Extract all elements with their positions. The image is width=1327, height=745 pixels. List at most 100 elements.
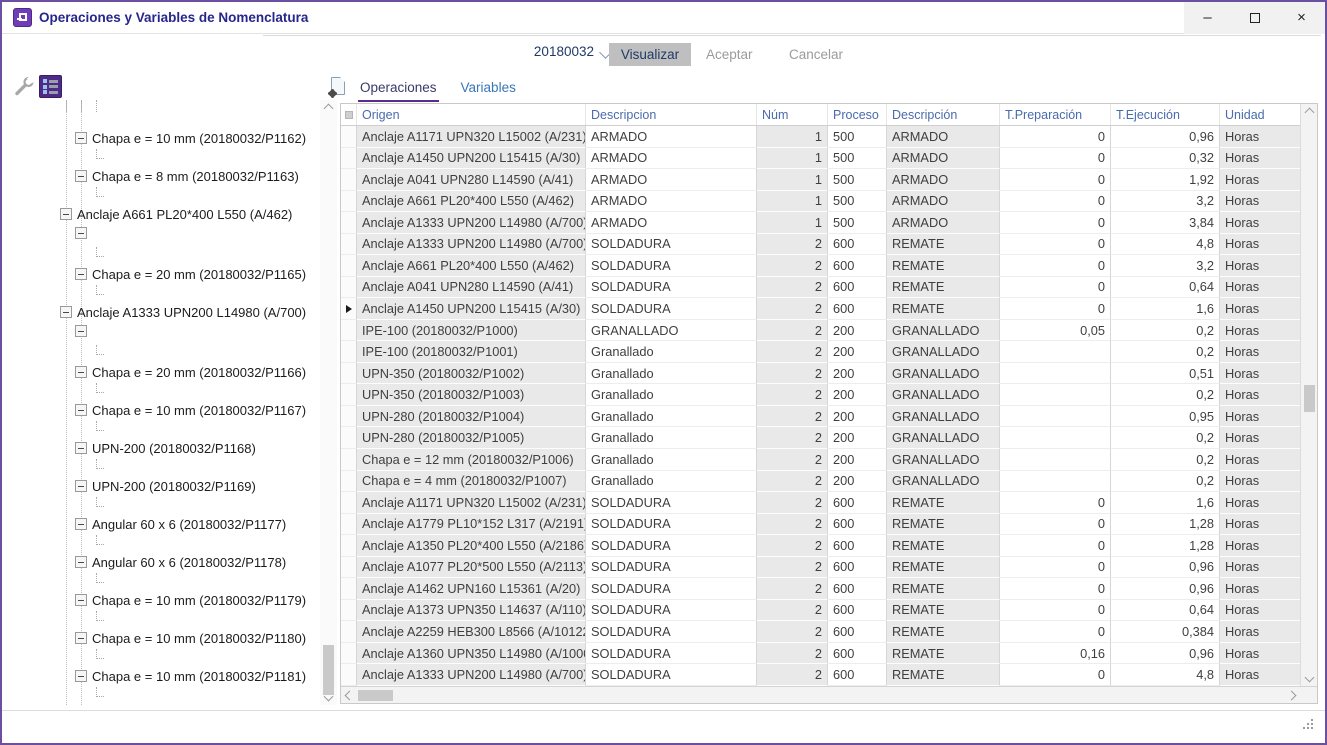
table-row[interactable]: Anclaje A661 PL20*400 L550 (A/462)ARMADO… bbox=[341, 191, 1300, 213]
table-row[interactable]: Anclaje A1077 PL20*500 L550 (A/2113)SOLD… bbox=[341, 557, 1300, 579]
grid-cell[interactable]: Horas bbox=[1220, 298, 1300, 320]
grid-cell[interactable]: Anclaje A041 UPN280 L14590 (A/41) bbox=[357, 277, 586, 299]
table-row[interactable]: Anclaje A041 UPN280 L14590 (A/41)ARMADO1… bbox=[341, 169, 1300, 191]
grid-cell[interactable]: 500 bbox=[828, 169, 887, 191]
grid-cell[interactable]: 0 bbox=[1000, 298, 1111, 320]
grid-cell[interactable]: Horas bbox=[1220, 427, 1300, 449]
grid-cell[interactable]: SOLDADURA bbox=[586, 557, 757, 579]
grid-cell[interactable] bbox=[1000, 341, 1111, 363]
grid-cell[interactable]: Granallado bbox=[586, 427, 757, 449]
grid-cell[interactable]: Anclaje A1450 UPN200 L15415 (A/30) bbox=[357, 148, 586, 170]
grid-cell[interactable]: 0 bbox=[1000, 664, 1111, 686]
grid-cell[interactable]: 1,92 bbox=[1111, 169, 1220, 191]
tree-item[interactable]: Angular 60 x 6 (20180032/P1178) bbox=[4, 552, 320, 572]
tree-expander-icon[interactable] bbox=[75, 132, 87, 144]
grid-cell[interactable]: 200 bbox=[828, 427, 887, 449]
grid-cell[interactable]: 0,96 bbox=[1111, 578, 1220, 600]
tree-item-label[interactable]: Chapa e = 8 mm (20180032/P1163) bbox=[92, 169, 299, 184]
grid-cell[interactable]: 600 bbox=[828, 578, 887, 600]
grid-cell[interactable]: 1 bbox=[757, 191, 828, 213]
table-row[interactable]: UPN-350 (20180032/P1003)Granallado2200GR… bbox=[341, 384, 1300, 406]
grid-cell[interactable]: Horas bbox=[1220, 363, 1300, 385]
tree-item-label[interactable]: Chapa e = 10 mm (20180032/P1167) bbox=[92, 403, 306, 418]
grid-cell[interactable]: Horas bbox=[1220, 191, 1300, 213]
grid-cell[interactable]: REMATE bbox=[887, 535, 1000, 557]
grid-cell[interactable]: ARMADO bbox=[887, 148, 1000, 170]
grid-cell[interactable]: IPE-100 (20180032/P1000) bbox=[357, 320, 586, 342]
grid-cell[interactable]: 0 bbox=[1000, 126, 1111, 148]
grid-cell[interactable]: 0,05 bbox=[1000, 320, 1111, 342]
tree-item-label[interactable]: Anclaje A661 PL20*400 L550 (A/462) bbox=[77, 207, 292, 222]
row-selector-cell[interactable] bbox=[341, 621, 357, 643]
grid-cell[interactable]: Horas bbox=[1220, 514, 1300, 536]
grid-cell[interactable]: Horas bbox=[1220, 535, 1300, 557]
grid-cell[interactable]: 2 bbox=[757, 449, 828, 471]
grid-cell[interactable]: REMATE bbox=[887, 643, 1000, 665]
tree-item-label[interactable]: Angular 60 x 6 (20180032/P1178) bbox=[92, 555, 286, 570]
grid-cell[interactable]: 1 bbox=[757, 126, 828, 148]
grid-cell[interactable]: 2 bbox=[757, 234, 828, 256]
grid-cell[interactable]: SOLDADURA bbox=[586, 255, 757, 277]
grid-cell[interactable]: GRANALLADO bbox=[887, 406, 1000, 428]
grid-cell[interactable]: 200 bbox=[828, 341, 887, 363]
maximize-button[interactable] bbox=[1231, 2, 1278, 34]
grid-cell[interactable]: 600 bbox=[828, 514, 887, 536]
grid-cell[interactable]: Horas bbox=[1220, 320, 1300, 342]
grid-cell[interactable]: 200 bbox=[828, 449, 887, 471]
grid-cell[interactable]: 0,96 bbox=[1111, 643, 1220, 665]
row-selector-cell[interactable] bbox=[341, 148, 357, 170]
grid-cell[interactable]: Horas bbox=[1220, 234, 1300, 256]
grid-cell[interactable]: ARMADO bbox=[887, 169, 1000, 191]
grid-cell[interactable]: REMATE bbox=[887, 600, 1000, 622]
grid-cell[interactable]: ARMADO bbox=[887, 126, 1000, 148]
table-row[interactable]: Anclaje A1450 UPN200 L15415 (A/30)SOLDAD… bbox=[341, 298, 1300, 320]
tree-item[interactable]: Anclaje A661 PL20*400 L550 (A/462) bbox=[4, 204, 320, 224]
column-header[interactable]: Unidad bbox=[1220, 104, 1300, 125]
scroll-down-icon[interactable] bbox=[320, 688, 337, 705]
tree-item-label[interactable]: Chapa e = 10 mm (20180032/P1179) bbox=[92, 593, 306, 608]
grid-cell[interactable]: REMATE bbox=[887, 298, 1000, 320]
tree-item-label[interactable]: UPN-200 (20180032/P1168) bbox=[92, 441, 256, 456]
grid-cell[interactable]: 600 bbox=[828, 535, 887, 557]
row-selector-cell[interactable] bbox=[341, 212, 357, 234]
grid-cell[interactable]: 4,8 bbox=[1111, 234, 1220, 256]
grid-cell[interactable]: 500 bbox=[828, 148, 887, 170]
tree-expander-icon[interactable] bbox=[75, 170, 87, 182]
grid-cell[interactable]: 0 bbox=[1000, 514, 1111, 536]
tree-item-label[interactable]: Chapa e = 10 mm (20180032/P1180) bbox=[92, 631, 306, 646]
tree-expander-icon[interactable] bbox=[75, 594, 87, 606]
grid-cell[interactable]: 0 bbox=[1000, 277, 1111, 299]
grid-cell[interactable]: 1 bbox=[757, 148, 828, 170]
row-selector-cell[interactable] bbox=[341, 449, 357, 471]
grid-cell[interactable]: Horas bbox=[1220, 600, 1300, 622]
column-header[interactable]: Proceso bbox=[828, 104, 887, 125]
grid-cell[interactable]: Horas bbox=[1220, 449, 1300, 471]
grid-cell[interactable]: 0,96 bbox=[1111, 557, 1220, 579]
grid-cell[interactable]: 0,95 bbox=[1111, 406, 1220, 428]
grid-cell[interactable]: 0,2 bbox=[1111, 384, 1220, 406]
table-row[interactable]: Anclaje A1350 PL20*400 L550 (A/2186)SOLD… bbox=[341, 535, 1300, 557]
column-header[interactable]: Origen bbox=[357, 104, 586, 125]
row-selector-cell[interactable] bbox=[341, 363, 357, 385]
table-row[interactable]: Anclaje A661 PL20*400 L550 (A/462)SOLDAD… bbox=[341, 255, 1300, 277]
tree-scrollbar[interactable] bbox=[320, 100, 337, 705]
grid-cell[interactable]: Granallado bbox=[586, 449, 757, 471]
tree-item[interactable]: Chapa e = 20 mm (20180032/P1166) bbox=[4, 362, 320, 382]
grid-cell[interactable]: Horas bbox=[1220, 255, 1300, 277]
row-selector-cell[interactable] bbox=[341, 600, 357, 622]
table-row[interactable]: IPE-100 (20180032/P1000)GRANALLADO2200GR… bbox=[341, 320, 1300, 342]
grid-cell[interactable]: 0 bbox=[1000, 212, 1111, 234]
tree-item-label[interactable]: Angular 60 x 6 (20180032/P1177) bbox=[92, 517, 286, 532]
table-row[interactable]: UPN-280 (20180032/P1004)Granallado2200GR… bbox=[341, 406, 1300, 428]
tree-item[interactable]: Chapa e = 10 mm (20180032/P1181) bbox=[4, 666, 320, 686]
grid-cell[interactable]: ARMADO bbox=[586, 191, 757, 213]
grid-vertical-scrollbar[interactable] bbox=[1300, 104, 1317, 686]
row-selector-cell[interactable] bbox=[341, 298, 357, 320]
grid-cell[interactable]: 2 bbox=[757, 492, 828, 514]
grid-cell[interactable]: 200 bbox=[828, 363, 887, 385]
tree-expander-icon[interactable] bbox=[60, 306, 72, 318]
grid-cell[interactable]: 0,2 bbox=[1111, 449, 1220, 471]
tree-expander-icon[interactable] bbox=[75, 556, 87, 568]
grid-cell[interactable]: Granallado bbox=[586, 341, 757, 363]
grid-cell[interactable]: Horas bbox=[1220, 406, 1300, 428]
